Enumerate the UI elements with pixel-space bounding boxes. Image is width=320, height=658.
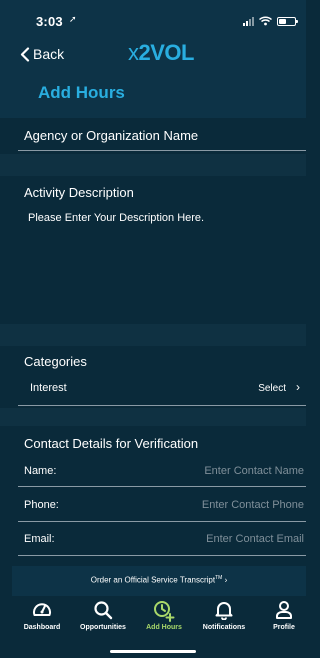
contact-divider xyxy=(18,486,306,487)
categories-section: Categories Interest Select › xyxy=(0,346,306,408)
order-transcript-link[interactable]: Order an Official Service TranscriptTM › xyxy=(12,575,306,585)
tab-opportunities[interactable]: Opportunities xyxy=(73,600,133,631)
tab-label: Add Hours xyxy=(146,624,182,631)
contact-name-label: Name: xyxy=(24,465,57,477)
chevron-left-icon xyxy=(20,46,30,62)
tab-label: Profile xyxy=(273,624,295,631)
contact-phone-field[interactable]: Phone: Enter Contact Phone xyxy=(0,490,306,520)
status-icons xyxy=(243,15,298,27)
contact-name-field[interactable]: Name: Enter Contact Name xyxy=(0,456,306,486)
page-title: Add Hours xyxy=(38,83,125,102)
contact-email-input[interactable]: Enter Contact Email xyxy=(206,533,304,545)
navigation-bar: Back x2VOL xyxy=(0,40,306,68)
logo-prefix: x xyxy=(128,40,139,65)
bell-icon xyxy=(215,602,233,621)
tab-profile[interactable]: Profile xyxy=(254,600,314,631)
tab-notifications[interactable]: Notifications xyxy=(194,600,254,631)
back-button[interactable]: Back xyxy=(20,42,64,66)
contact-phone-input[interactable]: Enter Contact Phone xyxy=(202,499,304,511)
activity-label: Activity Description xyxy=(24,185,134,200)
contact-label: Contact Details for Verification xyxy=(24,436,199,451)
speedometer-icon xyxy=(33,603,51,616)
tab-label: Opportunities xyxy=(80,624,126,631)
tab-bar: Dashboard Opportunities Add Hours Notifi… xyxy=(0,596,306,658)
transcript-link-text: Order an Official Service Transcript xyxy=(90,575,216,585)
agency-divider xyxy=(18,150,306,151)
tab-dashboard[interactable]: Dashboard xyxy=(12,600,72,631)
section-gap xyxy=(0,154,306,176)
status-time: 3:03 xyxy=(36,14,63,29)
battery-icon xyxy=(277,16,298,26)
trademark-mark: TM xyxy=(215,575,223,581)
category-row-value: Select xyxy=(258,383,286,394)
tab-label: Dashboard xyxy=(23,624,61,631)
category-row-interest[interactable]: Interest Select › xyxy=(0,376,306,400)
contact-divider xyxy=(18,521,306,522)
wifi-icon xyxy=(259,16,272,26)
categories-label: Categories xyxy=(24,354,87,369)
x2vol-logo: x2VOL xyxy=(128,40,194,66)
logo-main: 2VOL xyxy=(138,40,195,65)
search-icon xyxy=(94,601,113,620)
agency-field[interactable]: Agency or Organization Name xyxy=(0,118,306,154)
contact-email-field[interactable]: Email: Enter Contact Email xyxy=(0,524,306,554)
home-indicator xyxy=(110,650,196,653)
status-bar: 3:03 ➚ xyxy=(0,0,306,42)
contact-phone-label: Phone: xyxy=(24,499,59,511)
category-row-label: Interest xyxy=(30,382,67,394)
page-header: Add Hours xyxy=(0,68,306,118)
transcript-chevron-icon: › xyxy=(224,575,228,585)
chevron-right-icon: › xyxy=(296,380,300,394)
activity-section: Activity Description Please Enter Your D… xyxy=(0,176,306,324)
person-icon xyxy=(276,601,292,619)
tab-label: Notifications xyxy=(202,624,246,631)
agency-label: Agency or Organization Name xyxy=(24,128,199,143)
categories-divider xyxy=(18,405,306,406)
contact-email-label: Email: xyxy=(24,533,55,545)
tab-add-hours[interactable]: Add Hours xyxy=(134,600,194,631)
contact-name-input[interactable]: Enter Contact Name xyxy=(204,465,304,477)
contact-section: Contact Details for Verification Name: E… xyxy=(0,426,306,566)
section-gap xyxy=(0,408,306,426)
activity-description-input[interactable]: Please Enter Your Description Here. xyxy=(28,212,204,224)
transcript-bar: Order an Official Service TranscriptTM › xyxy=(12,566,306,596)
clock-plus-icon xyxy=(154,601,175,622)
location-arrow-icon: ➚ xyxy=(69,14,77,24)
cellular-signal-icon xyxy=(243,16,254,26)
back-label: Back xyxy=(33,46,65,62)
contact-divider xyxy=(18,555,306,556)
section-gap xyxy=(0,324,306,346)
